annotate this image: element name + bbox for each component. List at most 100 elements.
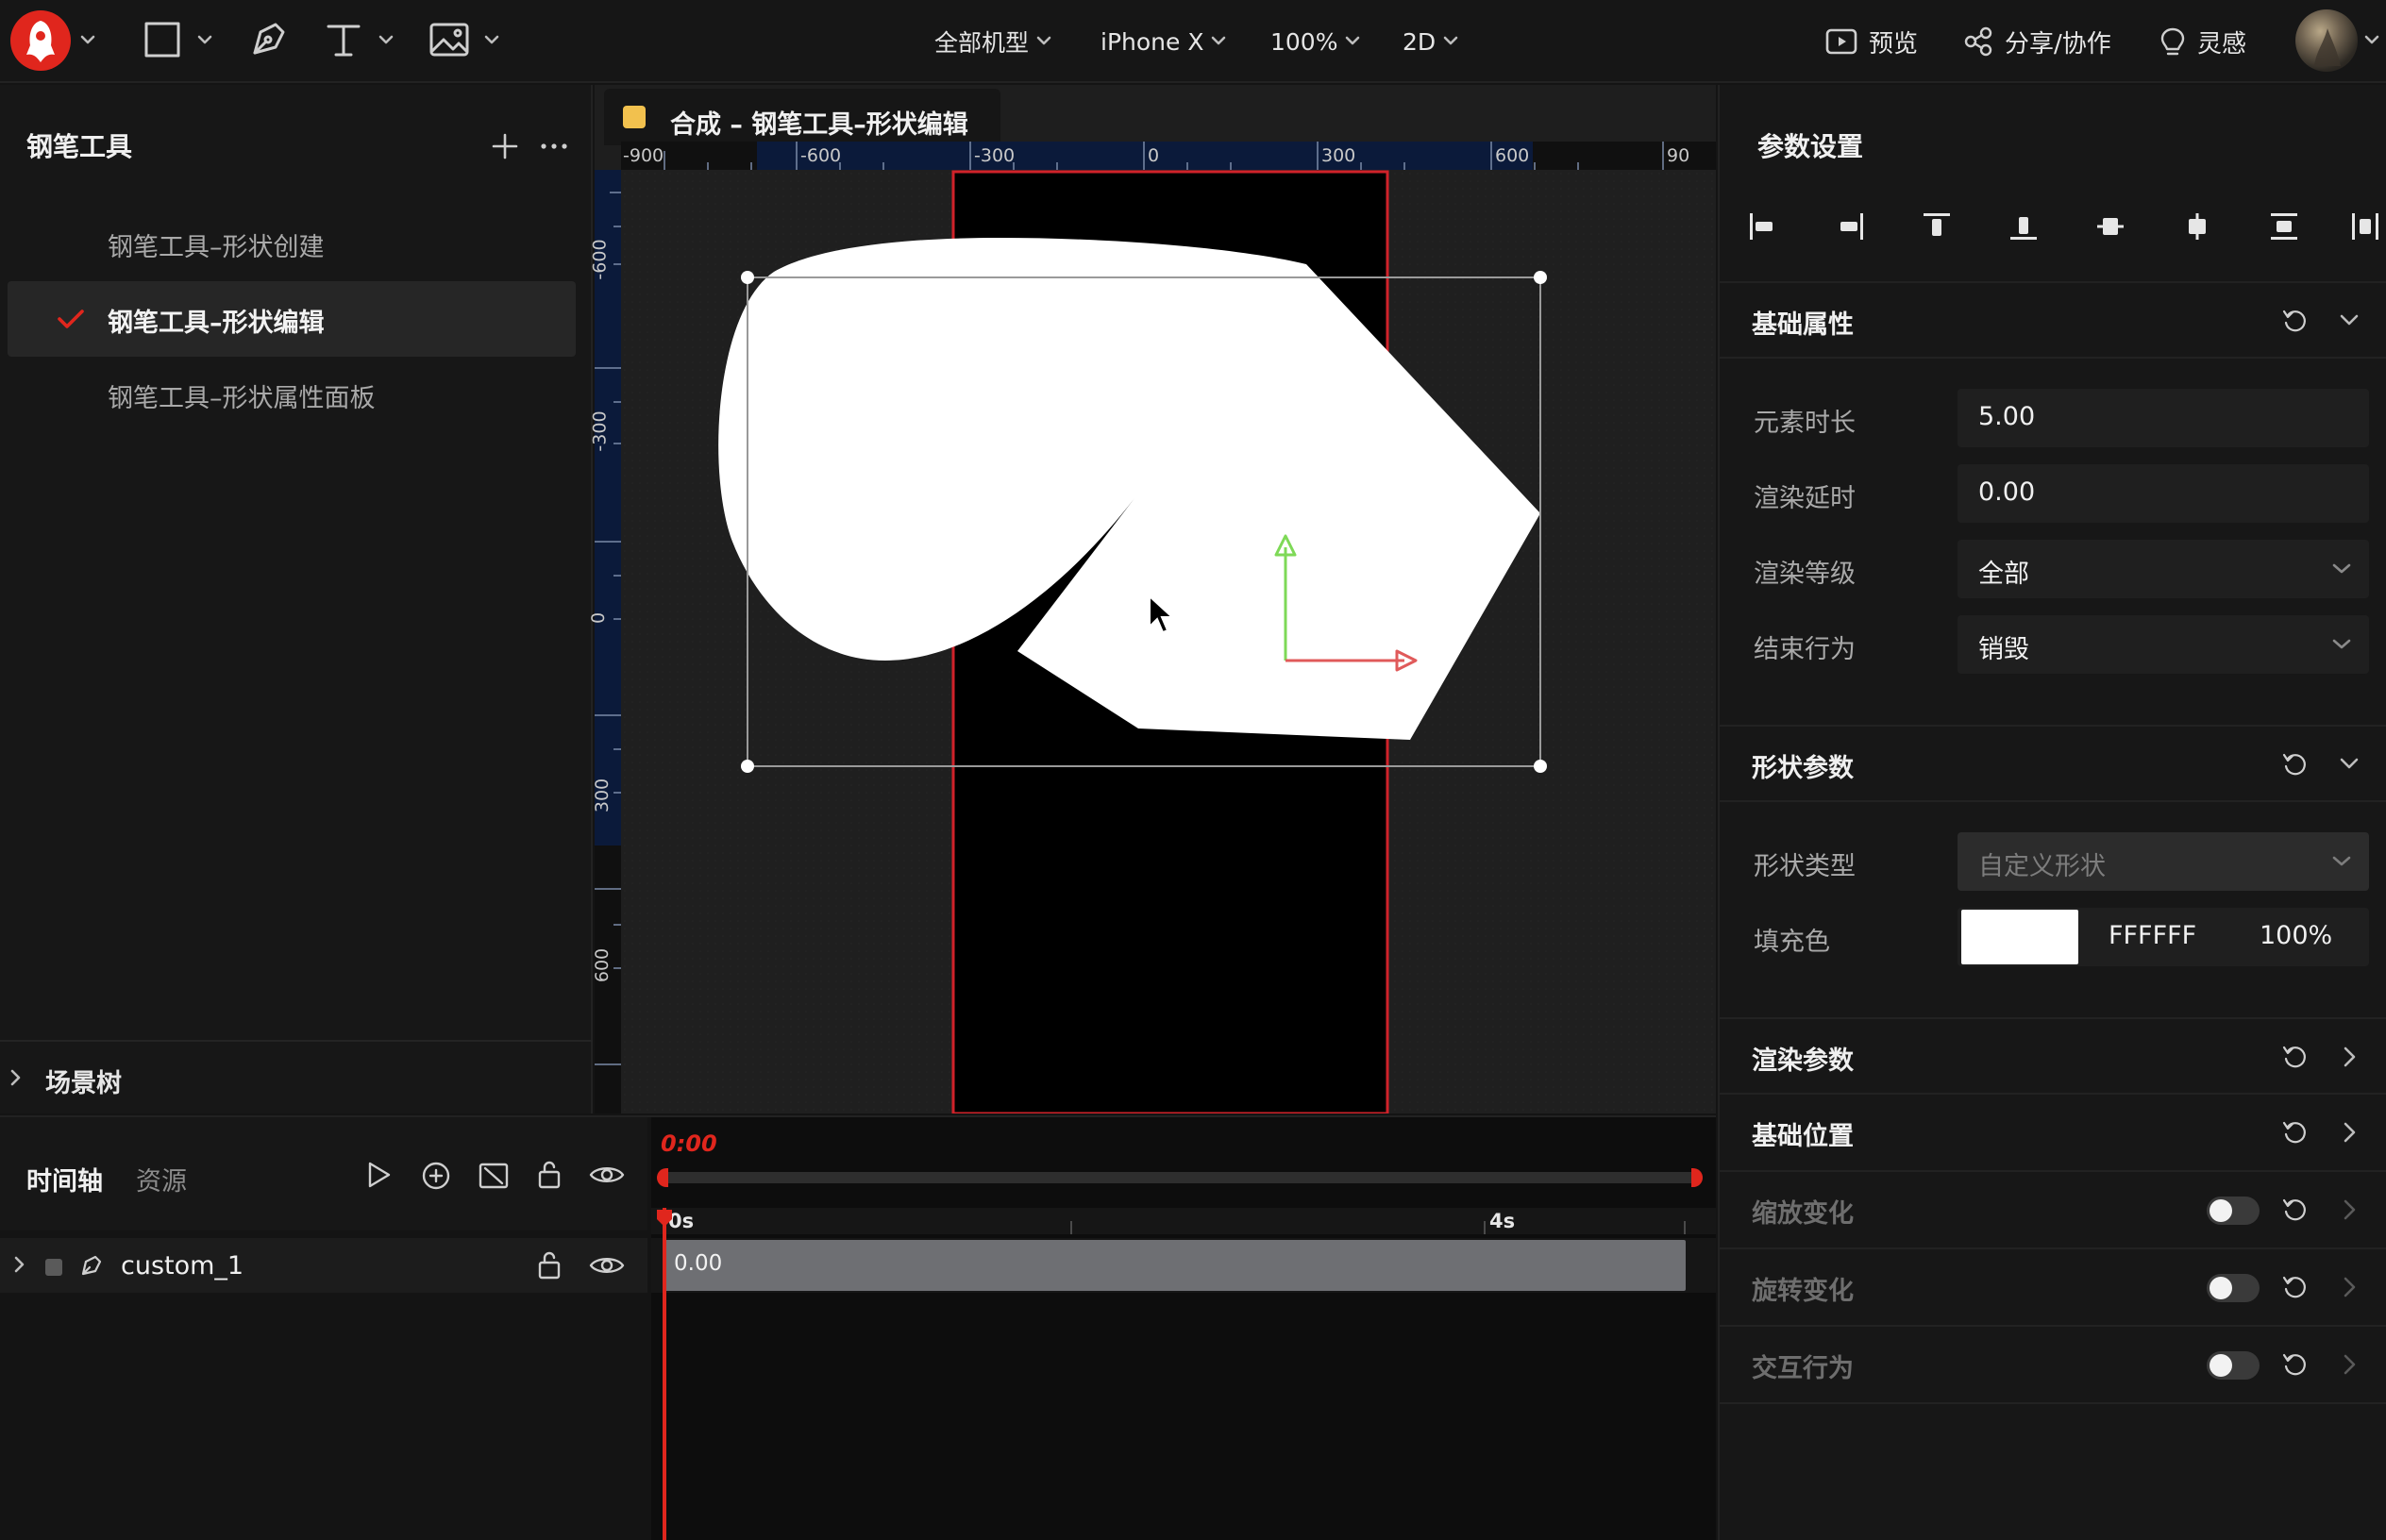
chevron-right-icon[interactable] [2343, 1046, 2358, 1068]
shape-params-header[interactable]: 形状参数 [1720, 725, 2386, 802]
render-params-header[interactable]: 渲染参数 [1720, 1017, 2386, 1095]
time-scrubber[interactable] [657, 1168, 1703, 1187]
scale-change-toggle[interactable] [2207, 1197, 2260, 1225]
inspiration-button[interactable]: 灵感 [2159, 21, 2246, 62]
add-keyframe-icon[interactable] [421, 1161, 451, 1191]
ruler-ticks [664, 142, 1664, 170]
ruler-label: -300 [974, 145, 1016, 166]
play-icon[interactable] [364, 1161, 393, 1189]
pen-layer-icon [81, 1255, 102, 1276]
list-item-active[interactable]: 钢笔工具–形状编辑 [8, 281, 576, 357]
text-tool-icon[interactable] [325, 21, 362, 59]
timeline-header: 时间轴 资源 [0, 1117, 647, 1230]
avatar[interactable] [2295, 9, 2358, 72]
distribute-vertical-icon[interactable] [2267, 209, 2301, 243]
rectangle-chevron-down-icon[interactable] [196, 34, 213, 47]
rectangle-tool-icon[interactable] [143, 21, 181, 59]
rotate-change-header[interactable]: 旋转变化 [1720, 1249, 2386, 1327]
visibility-eye-icon[interactable] [589, 1253, 625, 1278]
chevron-down-icon[interactable] [2339, 313, 2360, 328]
fill-opacity-value[interactable]: 100% [2260, 921, 2332, 950]
list-item[interactable]: 钢笔工具–形状属性面板 [8, 357, 576, 432]
chevron-down-icon[interactable] [2339, 757, 2360, 772]
basic-properties-header[interactable]: 基础属性 [1720, 281, 2386, 359]
chevron-right-icon [10, 1069, 21, 1086]
mode-dropdown[interactable]: 2D [1403, 23, 1458, 60]
duration-input[interactable]: 5.00 [1958, 389, 2369, 447]
align-horizontal-center-icon[interactable] [2180, 209, 2214, 243]
zoom-label: 100% [1270, 27, 1338, 56]
device-filter-dropdown[interactable]: 全部机型 [934, 23, 1051, 60]
text-chevron-down-icon[interactable] [378, 34, 395, 47]
align-vertical-center-icon[interactable] [2093, 209, 2127, 243]
ruler-label: 0 [1148, 145, 1160, 166]
fill-hex-value[interactable]: FFFFFF [2109, 921, 2196, 950]
render-level-select[interactable]: 全部 [1958, 540, 2369, 598]
image-chevron-down-icon[interactable] [483, 34, 500, 47]
resize-handle [741, 271, 754, 284]
field-value: 5.00 [1978, 402, 2036, 431]
chevron-right-icon[interactable] [2343, 1121, 2358, 1144]
add-icon[interactable] [491, 132, 519, 160]
visibility-eye-icon[interactable] [589, 1163, 625, 1187]
playhead-marker-icon[interactable] [655, 1208, 674, 1229]
reset-icon[interactable] [2282, 1274, 2309, 1300]
resize-handle [1534, 271, 1547, 284]
tab-timeline[interactable]: 时间轴 [26, 1161, 103, 1197]
distribute-horizontal-icon[interactable] [2348, 209, 2382, 243]
end-behavior-select[interactable]: 销毁 [1958, 615, 2369, 674]
list-item[interactable]: 钢笔工具–形状创建 [8, 206, 576, 281]
lock-icon[interactable] [536, 1249, 563, 1281]
share-button[interactable]: 分享/协作 [1963, 21, 2111, 62]
more-icon[interactable] [540, 142, 568, 151]
scrubber-end-handle[interactable] [1691, 1168, 1703, 1187]
left-panel-title: 钢笔工具 [26, 131, 133, 162]
render-delay-input[interactable]: 0.00 [1958, 464, 2369, 523]
reset-icon[interactable] [2282, 308, 2309, 334]
canvas-stage[interactable] [621, 170, 1716, 1113]
avatar-chevron-down-icon[interactable] [2363, 34, 2380, 47]
chevron-down-icon [1036, 36, 1051, 45]
reset-icon[interactable] [2282, 1119, 2309, 1146]
chevron-right-icon[interactable] [13, 1255, 26, 1274]
ruler-label: -600 [589, 239, 611, 280]
time-marker: 4s [1489, 1210, 1516, 1232]
preview-button[interactable]: 预览 [1825, 21, 1918, 62]
logo-chevron-down-icon[interactable] [79, 34, 96, 47]
playhead[interactable] [663, 1208, 666, 1540]
scrubber-start-handle[interactable] [657, 1168, 668, 1187]
layer-row[interactable]: custom_1 [0, 1238, 647, 1293]
zoom-dropdown[interactable]: 100% [1270, 23, 1360, 60]
scale-change-header[interactable]: 缩放变化 [1720, 1172, 2386, 1249]
field-label: 渲染延时 [1754, 484, 1856, 513]
device-dropdown[interactable]: iPhone X [1101, 23, 1226, 60]
interaction-toggle[interactable] [2207, 1351, 2260, 1380]
chevron-right-icon[interactable] [2343, 1198, 2358, 1221]
scene-tree-header[interactable]: 场景树 [0, 1040, 593, 1113]
interaction-header[interactable]: 交互行为 [1720, 1327, 2386, 1404]
lightbulb-icon [2160, 27, 2185, 56]
canvas-tab[interactable]: 合成 – 钢笔工具–形状编辑 [604, 89, 1000, 145]
reset-icon[interactable] [2282, 1351, 2309, 1378]
chevron-right-icon[interactable] [2343, 1276, 2358, 1298]
fill-color-swatch[interactable] [1961, 910, 2078, 964]
crop-icon[interactable] [478, 1161, 510, 1191]
base-position-header[interactable]: 基础位置 [1720, 1095, 2386, 1172]
layer-clip[interactable]: 0.00 [664, 1240, 1686, 1291]
rotate-change-toggle[interactable] [2207, 1274, 2260, 1302]
reset-icon[interactable] [2282, 1197, 2309, 1223]
chevron-right-icon[interactable] [2343, 1353, 2358, 1376]
shape-type-select[interactable]: 自定义形状 [1958, 832, 2369, 891]
align-right-icon[interactable] [1833, 209, 1867, 243]
section-title: 形状参数 [1752, 754, 1854, 783]
image-tool-icon[interactable] [428, 21, 470, 59]
lock-icon[interactable] [536, 1159, 563, 1191]
align-left-icon[interactable] [1746, 209, 1780, 243]
align-bottom-icon[interactable] [2007, 209, 2041, 243]
reset-icon[interactable] [2282, 751, 2309, 778]
pen-tool-icon[interactable] [247, 19, 289, 60]
reset-icon[interactable] [2282, 1044, 2309, 1070]
tab-assets[interactable]: 资源 [136, 1161, 187, 1197]
align-top-icon[interactable] [1920, 209, 1954, 243]
app-logo-icon[interactable] [9, 9, 72, 72]
